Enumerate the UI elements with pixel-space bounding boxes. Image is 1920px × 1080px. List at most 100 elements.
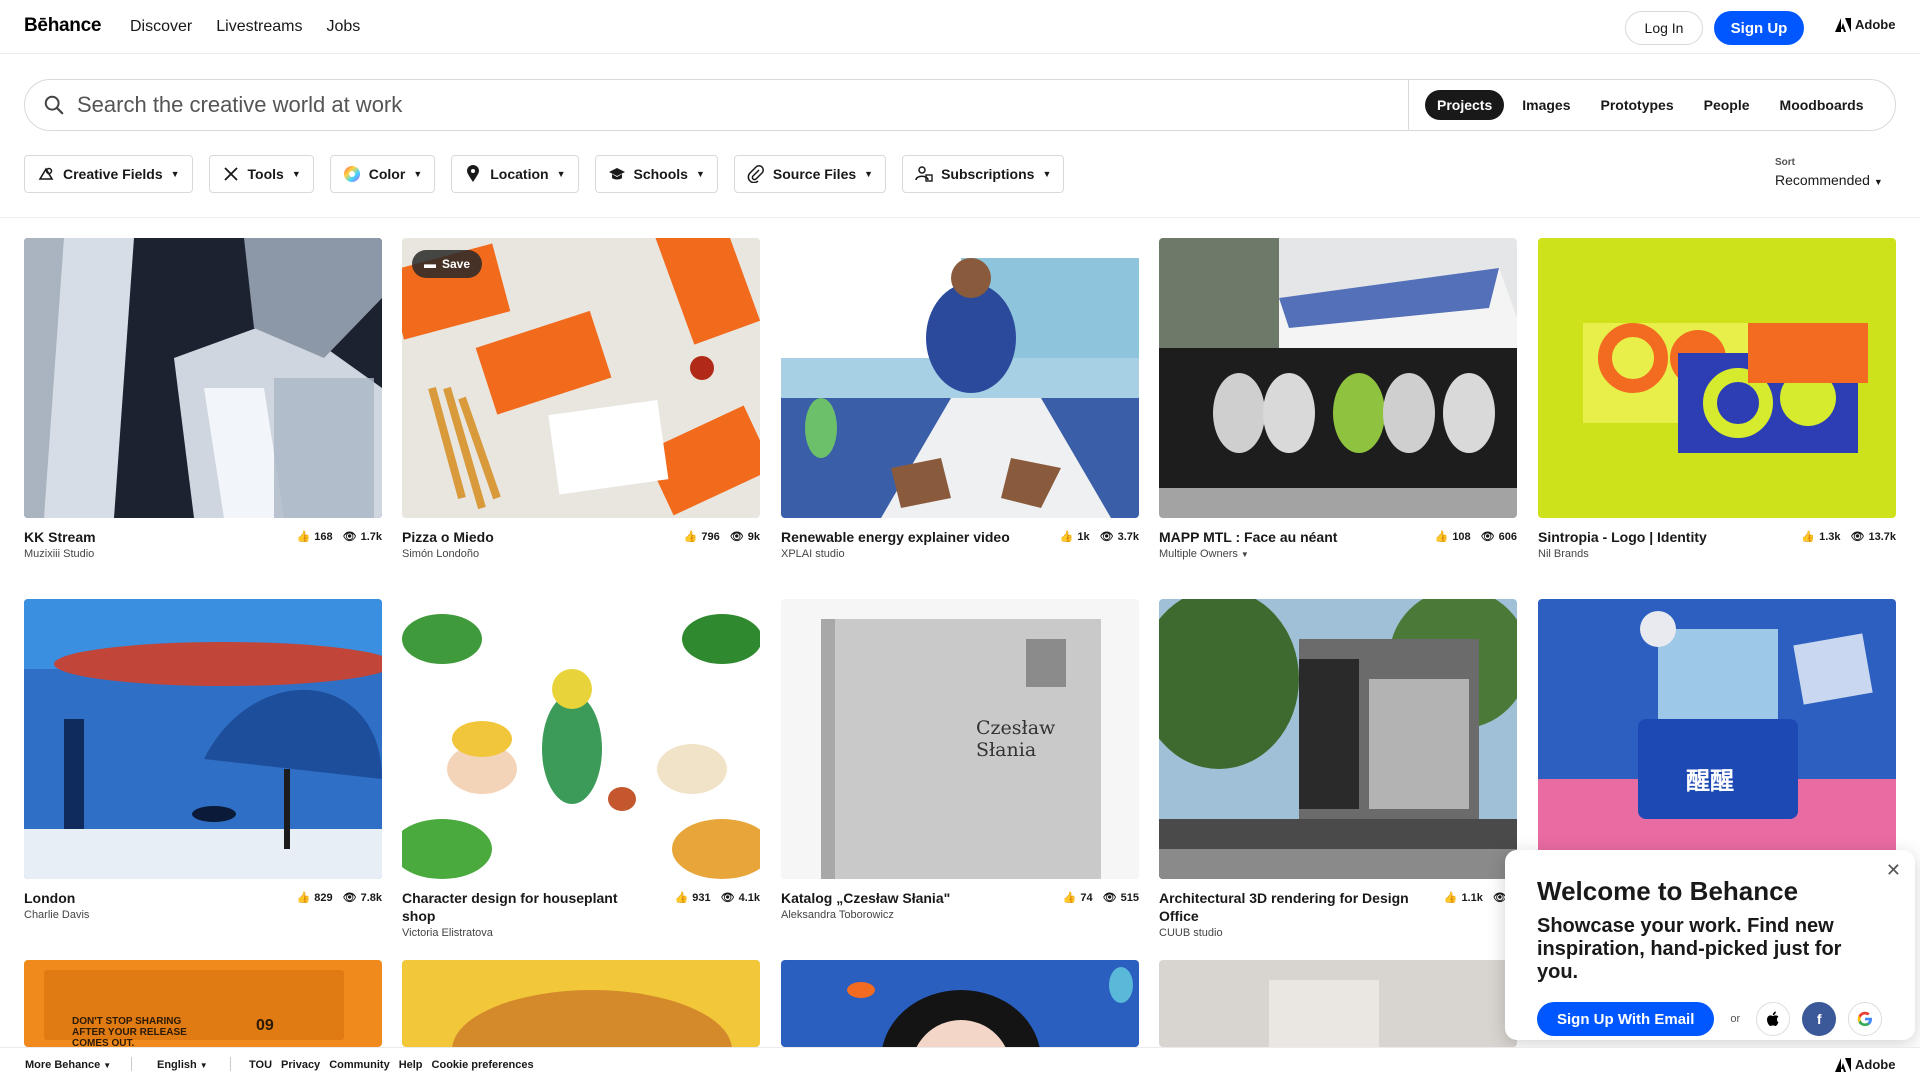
nav-discover[interactable]: Discover xyxy=(130,18,192,36)
project-card[interactable]: ▬ Save Pizza o Miedo Simón Londoño 👍 796 👁… xyxy=(402,238,760,568)
eye-icon: 👁 xyxy=(1102,892,1117,904)
save-button[interactable]: ▬ Save xyxy=(412,250,483,278)
welcome-text: Showcase your work. Find new inspiration… xyxy=(1537,915,1842,983)
project-owner[interactable]: Charlie Davis xyxy=(24,909,382,921)
book-title-text: Czesław Słania xyxy=(976,717,1056,761)
search-divider xyxy=(1408,80,1409,130)
project-thumbnail[interactable] xyxy=(781,238,1139,518)
project-card[interactable]: MAPP MTL : Face au néant Multiple Owners… xyxy=(1159,238,1517,568)
main-nav: Discover Livestreams Jobs xyxy=(130,18,384,36)
project-card[interactable]: Renewable energy explainer video XPLAI s… xyxy=(781,238,1139,568)
project-owner[interactable]: Nil Brands xyxy=(1538,548,1896,560)
login-button[interactable]: Log In xyxy=(1625,11,1703,45)
facebook-icon[interactable]: f xyxy=(1802,1002,1837,1036)
subscriptions-icon xyxy=(915,165,933,183)
project-thumbnail[interactable] xyxy=(402,599,760,879)
project-thumbnail[interactable] xyxy=(402,960,760,1047)
project-owner[interactable]: Multiple Owners ▼ xyxy=(1159,548,1517,560)
project-thumbnail[interactable]: Czesław Słania xyxy=(781,599,1139,879)
signup-email-button[interactable]: Sign Up With Email xyxy=(1537,1002,1715,1036)
project-card[interactable]: London Charlie Davis 👍 829 👁 7.8k xyxy=(24,599,382,929)
project-owner[interactable]: Muzixiii Studio xyxy=(24,548,382,560)
project-thumbnail[interactable] xyxy=(1159,960,1517,1047)
sort-value: Recommended ▼ xyxy=(1775,172,1883,188)
search-input[interactable] xyxy=(77,90,1377,120)
project-card[interactable]: Architectural 3D rendering for Design Of… xyxy=(1159,599,1517,939)
google-icon[interactable] xyxy=(1848,1002,1883,1036)
filter-label: Source Files xyxy=(772,166,857,182)
project-title[interactable]: Character design for houseplant shop xyxy=(402,889,652,925)
tab-projects[interactable]: Projects xyxy=(1425,90,1505,120)
filter-color[interactable]: Color ▼ xyxy=(329,155,436,193)
project-title[interactable]: Architectural 3D rendering for Design Of… xyxy=(1159,889,1409,925)
project-owner[interactable]: Simón Londoño xyxy=(402,548,760,560)
project-title[interactable]: Pizza o Miedo xyxy=(402,528,652,546)
behance-logo[interactable]: Bēhance xyxy=(24,15,101,37)
project-owner[interactable]: CUUB studio xyxy=(1159,927,1517,939)
close-icon[interactable]: ✕ xyxy=(1886,860,1901,881)
project-card[interactable]: Character design for houseplant shop Vic… xyxy=(402,599,760,939)
filter-schools[interactable]: Schools ▼ xyxy=(594,155,718,193)
tab-moodboards[interactable]: Moodboards xyxy=(1768,90,1876,120)
project-thumbnail[interactable]: DON'T STOP SHARING AFTER YOUR RELEASE CO… xyxy=(24,960,382,1047)
project-title[interactable]: Sintropia - Logo | Identity xyxy=(1538,528,1788,546)
views-count: 7.8k xyxy=(360,891,382,904)
more-behance-dropdown[interactable]: More Behance ▼ xyxy=(25,1059,111,1071)
tab-images[interactable]: Images xyxy=(1510,90,1582,120)
filter-subscriptions[interactable]: Subscriptions ▼ xyxy=(902,155,1065,193)
project-title[interactable]: London xyxy=(24,889,274,907)
project-thumbnail[interactable]: 醒醒 xyxy=(1538,599,1896,879)
filter-source-files[interactable]: Source Files ▼ xyxy=(733,155,887,193)
folder-icon: ▬ xyxy=(424,257,436,271)
project-card[interactable] xyxy=(781,960,1139,1047)
likes-count: 829 xyxy=(314,891,333,904)
project-card[interactable] xyxy=(1159,960,1517,1047)
sort-dropdown[interactable]: Sort Recommended ▼ xyxy=(1775,157,1883,188)
project-card[interactable]: Sintropia - Logo | Identity Nil Brands 👍… xyxy=(1538,238,1896,568)
project-card[interactable]: KK Stream Muzixiii Studio 👍 168 👁 1.7k xyxy=(24,238,382,568)
footer-adobe-link[interactable]: Adobe xyxy=(1835,1057,1895,1072)
project-title[interactable]: Katalog „Czesław Słania" xyxy=(781,889,1031,907)
graduation-cap-icon xyxy=(608,165,626,183)
nav-livestreams[interactable]: Livestreams xyxy=(216,18,302,36)
project-thumbnail[interactable] xyxy=(781,960,1139,1047)
thumbs-up-icon: 👍 xyxy=(683,531,698,543)
apple-icon[interactable] xyxy=(1756,1002,1791,1036)
footer-link-community[interactable]: Community xyxy=(329,1059,390,1071)
project-card[interactable]: Czesław Słania Katalog „Czesław Słania" … xyxy=(781,599,1139,929)
filter-location[interactable]: Location ▼ xyxy=(451,155,579,193)
project-title[interactable]: Renewable energy explainer video xyxy=(781,528,1031,546)
language-dropdown[interactable]: English ▼ xyxy=(157,1059,208,1071)
project-thumbnail[interactable] xyxy=(24,599,382,879)
project-thumbnail[interactable]: ▬ Save xyxy=(402,238,760,518)
project-thumbnail[interactable] xyxy=(1538,238,1896,518)
creative-fields-icon xyxy=(37,165,55,183)
project-title[interactable]: MAPP MTL : Face au néant xyxy=(1159,528,1409,546)
project-thumbnail[interactable] xyxy=(24,238,382,518)
footer-link-help[interactable]: Help xyxy=(399,1059,423,1071)
filter-creative-fields[interactable]: Creative Fields ▼ xyxy=(24,155,193,193)
project-owner[interactable]: Aleksandra Toborowicz xyxy=(781,909,1139,921)
footer-link-tou[interactable]: TOU xyxy=(249,1059,272,1071)
footer-link-cookie-preferences[interactable]: Cookie preferences xyxy=(432,1059,534,1071)
project-owner[interactable]: Victoria Elistratova xyxy=(402,927,760,939)
caret-down-icon: ▼ xyxy=(1042,169,1052,179)
project-title[interactable]: KK Stream xyxy=(24,528,274,546)
views-count: 3.7k xyxy=(1117,530,1139,543)
caret-down-icon: ▼ xyxy=(1240,550,1249,559)
signup-button[interactable]: Sign Up xyxy=(1714,11,1804,45)
footer-link-privacy[interactable]: Privacy xyxy=(281,1059,320,1071)
project-card[interactable]: 醒醒 xyxy=(1538,599,1896,879)
project-owner[interactable]: XPLAI studio xyxy=(781,548,1139,560)
views-count: 606 xyxy=(1498,530,1517,543)
project-thumbnail[interactable] xyxy=(1159,599,1517,879)
nav-jobs[interactable]: Jobs xyxy=(326,18,360,36)
filter-tools[interactable]: Tools ▼ xyxy=(208,155,314,193)
color-wheel-icon xyxy=(343,165,361,183)
project-thumbnail[interactable] xyxy=(1159,238,1517,518)
project-card[interactable] xyxy=(402,960,760,1047)
project-card[interactable]: DON'T STOP SHARING AFTER YOUR RELEASE CO… xyxy=(24,960,382,1047)
tab-people[interactable]: People xyxy=(1692,90,1762,120)
tab-prototypes[interactable]: Prototypes xyxy=(1589,90,1686,120)
adobe-link[interactable]: Adobe xyxy=(1835,17,1895,32)
